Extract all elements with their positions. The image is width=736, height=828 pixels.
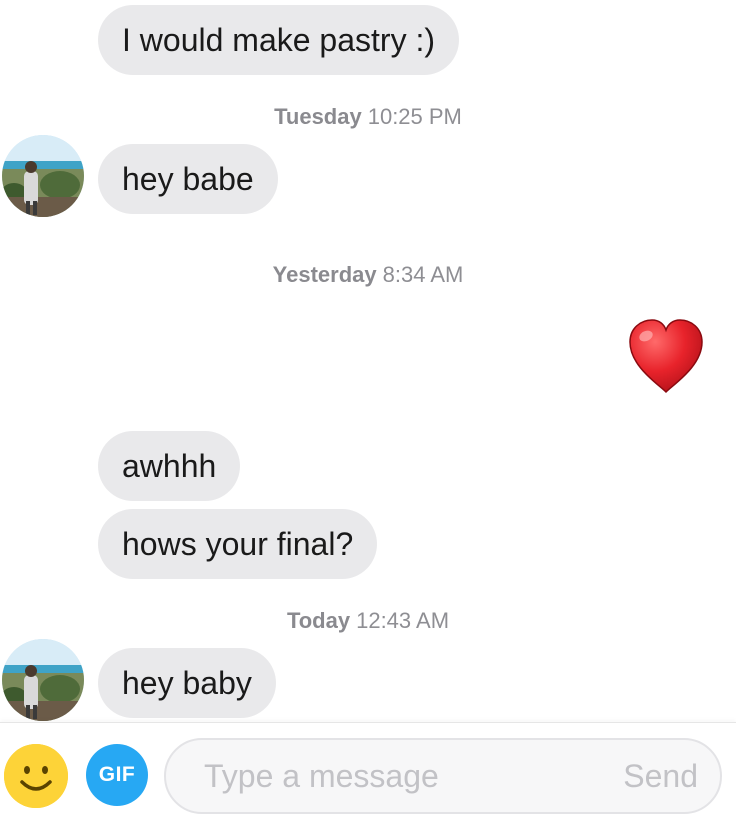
gif-button[interactable]: GIF <box>86 744 148 806</box>
message-bubble[interactable]: hey babe <box>98 144 278 214</box>
message-input-container: Send <box>164 738 722 814</box>
send-button[interactable]: Send <box>623 740 698 812</box>
timestamp-day: Yesterday <box>272 262 377 287</box>
red-heart-emoji[interactable] <box>626 318 706 398</box>
message-text: hows your final? <box>122 526 354 562</box>
avatar[interactable] <box>2 135 84 217</box>
timestamp-time: 12:43 AM <box>356 608 450 633</box>
timestamp-time: 8:34 AM <box>382 262 464 287</box>
avatar-photo-icon <box>2 135 84 217</box>
heart-icon <box>629 319 703 394</box>
message-bubble[interactable]: hey baby <box>98 648 276 718</box>
message-text: awhhh <box>122 448 217 484</box>
smiley-face-icon <box>4 744 68 808</box>
chat-screen: I would make pastry :) Tuesday 10:25 PM h… <box>0 0 736 828</box>
message-input[interactable] <box>204 740 594 812</box>
avatar[interactable] <box>2 639 84 721</box>
timestamp: Yesterday 8:34 AM <box>0 262 736 288</box>
message-bubble[interactable]: hows your final? <box>98 509 378 579</box>
gif-label: GIF <box>98 763 136 786</box>
message-text: hey babe <box>122 161 254 197</box>
message-bubble[interactable]: awhhh <box>98 431 241 501</box>
message-bubble[interactable]: I would make pastry :) <box>98 5 459 75</box>
timestamp-time: 10:25 PM <box>367 104 462 129</box>
avatar-photo-icon <box>2 639 84 721</box>
timestamp: Tuesday 10:25 PM <box>0 104 736 130</box>
timestamp-day: Tuesday <box>274 104 362 129</box>
message-text: hey baby <box>122 665 252 701</box>
emoji-button[interactable] <box>4 744 68 808</box>
message-text: I would make pastry :) <box>122 22 435 58</box>
timestamp-day: Today <box>286 608 351 633</box>
timestamp: Today 12:43 AM <box>0 608 736 634</box>
